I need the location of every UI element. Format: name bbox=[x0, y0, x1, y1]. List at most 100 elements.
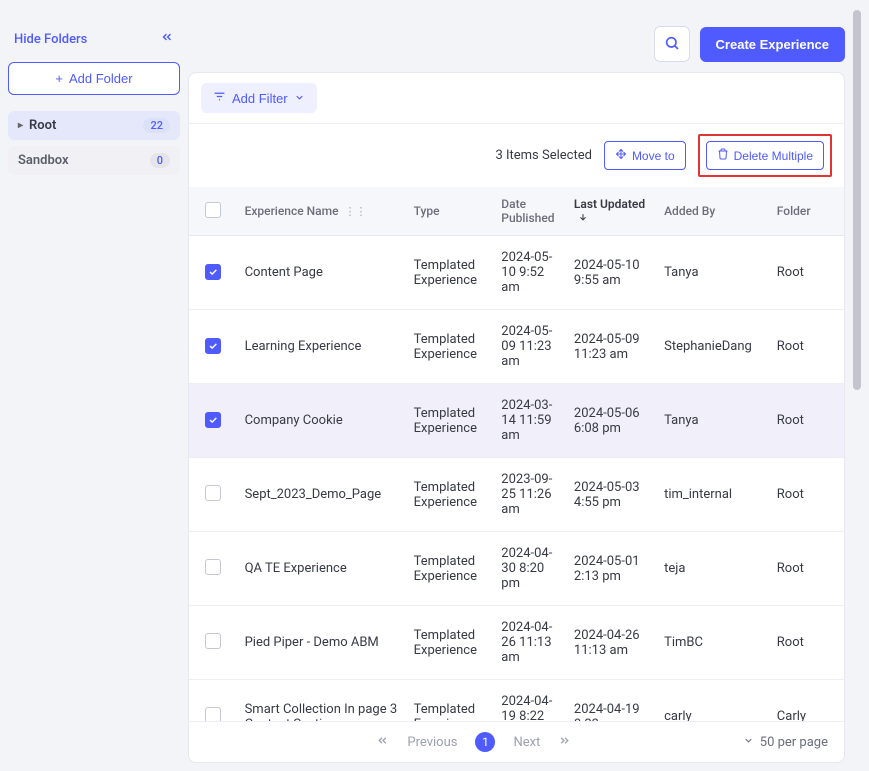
cell-added: Tanya bbox=[656, 384, 769, 458]
cell-name: Smart Collection In page 3 Content Secti… bbox=[237, 680, 406, 722]
folder-item-sandbox[interactable]: Sandbox 0 bbox=[8, 146, 180, 175]
add-filter-label: Add Filter bbox=[232, 91, 288, 106]
header-folder[interactable]: Folder bbox=[769, 187, 844, 236]
cell-updated: 2024-05-10 9:55 am bbox=[566, 236, 656, 310]
cell-name: Content Page bbox=[237, 236, 406, 310]
cell-name: Pied Piper - Demo ABM bbox=[237, 606, 406, 680]
move-to-button[interactable]: Move to bbox=[604, 141, 686, 170]
cell-type: Templated Experience bbox=[406, 532, 494, 606]
add-filter-button[interactable]: Add Filter bbox=[201, 83, 317, 113]
cell-published: 2024-04-19 8:22 am bbox=[493, 680, 566, 722]
search-button[interactable] bbox=[654, 26, 690, 62]
row-checkbox[interactable] bbox=[205, 338, 221, 354]
drag-handle-icon[interactable]: ⋮⋮ bbox=[345, 205, 367, 218]
header-type[interactable]: Type bbox=[406, 187, 494, 236]
delete-multiple-button[interactable]: Delete Multiple bbox=[706, 141, 824, 170]
row-checkbox[interactable] bbox=[205, 264, 221, 280]
page-number-current[interactable]: 1 bbox=[475, 732, 495, 752]
move-to-label: Move to bbox=[632, 149, 675, 163]
selection-bar: 3 Items Selected Move to Delete Multiple bbox=[189, 124, 844, 187]
cell-type: Templated Experience bbox=[406, 458, 494, 532]
folder-name: Sandbox bbox=[18, 153, 69, 168]
chevron-down-icon bbox=[294, 91, 305, 106]
previous-page-link[interactable]: Previous bbox=[407, 735, 457, 750]
cell-updated: 2024-04-26 11:13 am bbox=[566, 606, 656, 680]
table-row[interactable]: Learning Experience Templated Experience… bbox=[189, 310, 844, 384]
cell-published: 2024-03-14 11:59 am bbox=[493, 384, 566, 458]
row-checkbox[interactable] bbox=[205, 412, 221, 428]
row-checkbox[interactable] bbox=[205, 633, 221, 649]
header-published[interactable]: Date Published bbox=[493, 187, 566, 236]
cell-updated: 2024-05-09 11:23 am bbox=[566, 310, 656, 384]
row-checkbox[interactable] bbox=[205, 485, 221, 501]
per-page-label: 50 per page bbox=[760, 735, 828, 750]
cell-updated: 2024-04-19 8:23 am bbox=[566, 680, 656, 722]
cell-type: Templated Experience bbox=[406, 680, 494, 722]
scrollbar-thumb[interactable] bbox=[853, 10, 861, 390]
cell-folder: Root bbox=[769, 458, 844, 532]
cell-added: carly bbox=[656, 680, 769, 722]
cell-published: 2024-04-26 11:13 am bbox=[493, 606, 566, 680]
cell-published: 2024-05-09 11:23 am bbox=[493, 310, 566, 384]
topbar: Create Experience bbox=[188, 8, 845, 62]
cell-folder: Root bbox=[769, 384, 844, 458]
experiences-table: Experience Name ⋮⋮ Type Date Published L… bbox=[189, 187, 844, 721]
table-container: Experience Name ⋮⋮ Type Date Published L… bbox=[189, 187, 844, 721]
row-checkbox[interactable] bbox=[205, 559, 221, 575]
cell-name: Learning Experience bbox=[237, 310, 406, 384]
table-row[interactable]: Company Cookie Templated Experience 2024… bbox=[189, 384, 844, 458]
cell-type: Templated Experience bbox=[406, 310, 494, 384]
folder-name: Root bbox=[29, 118, 56, 133]
hide-folders-link[interactable]: Hide Folders bbox=[14, 32, 87, 47]
per-page-selector[interactable]: 50 per page bbox=[743, 735, 828, 750]
selection-count-text: 3 Items Selected bbox=[495, 148, 592, 163]
cell-type: Templated Experience bbox=[406, 606, 494, 680]
cell-type: Templated Experience bbox=[406, 384, 494, 458]
delete-multiple-highlight: Delete Multiple bbox=[698, 134, 832, 177]
pagination: Previous 1 Next 50 per page bbox=[189, 721, 844, 762]
last-page-icon[interactable] bbox=[558, 734, 571, 751]
table-row[interactable]: Sept_2023_Demo_Page Templated Experience… bbox=[189, 458, 844, 532]
next-page-link[interactable]: Next bbox=[513, 735, 540, 750]
cell-published: 2023-09-25 11:26 am bbox=[493, 458, 566, 532]
cell-published: 2024-04-30 8:20 pm bbox=[493, 532, 566, 606]
cell-folder: Root bbox=[769, 532, 844, 606]
cell-folder: Root bbox=[769, 606, 844, 680]
select-all-checkbox[interactable] bbox=[205, 202, 221, 218]
table-row[interactable]: Smart Collection In page 3 Content Secti… bbox=[189, 680, 844, 722]
cell-published: 2024-05-10 9:52 am bbox=[493, 236, 566, 310]
create-experience-button[interactable]: Create Experience bbox=[700, 27, 845, 62]
cell-folder: Root bbox=[769, 310, 844, 384]
folder-count-badge: 0 bbox=[150, 153, 170, 168]
cell-folder: Root bbox=[769, 236, 844, 310]
folder-item-root[interactable]: ▸ Root 22 bbox=[8, 111, 180, 140]
add-folder-button[interactable]: + Add Folder bbox=[8, 62, 180, 95]
scrollbar[interactable] bbox=[853, 8, 861, 763]
cell-type: Templated Experience bbox=[406, 236, 494, 310]
search-icon bbox=[664, 35, 680, 54]
cell-name: QA TE Experience bbox=[237, 532, 406, 606]
filter-bar: Add Filter bbox=[189, 73, 844, 124]
row-checkbox[interactable] bbox=[205, 707, 221, 722]
header-updated[interactable]: Last Updated bbox=[566, 187, 656, 236]
cell-updated: 2024-05-01 2:13 pm bbox=[566, 532, 656, 606]
sidebar: Hide Folders + Add Folder ▸ Root 22 Sand… bbox=[8, 8, 180, 763]
add-folder-label: Add Folder bbox=[69, 71, 133, 86]
cell-added: teja bbox=[656, 532, 769, 606]
first-page-icon[interactable] bbox=[376, 734, 389, 751]
trash-icon bbox=[717, 148, 729, 163]
folder-list: ▸ Root 22 Sandbox 0 bbox=[8, 111, 180, 175]
header-added[interactable]: Added By bbox=[656, 187, 769, 236]
cell-updated: 2024-05-06 6:08 pm bbox=[566, 384, 656, 458]
table-row[interactable]: Pied Piper - Demo ABM Templated Experien… bbox=[189, 606, 844, 680]
cell-added: Tanya bbox=[656, 236, 769, 310]
table-row[interactable]: QA TE Experience Templated Experience 20… bbox=[189, 532, 844, 606]
cell-name: Sept_2023_Demo_Page bbox=[237, 458, 406, 532]
header-name[interactable]: Experience Name bbox=[245, 204, 339, 218]
cell-added: TimBC bbox=[656, 606, 769, 680]
cell-added: StephanieDang bbox=[656, 310, 769, 384]
cell-folder: Carly bbox=[769, 680, 844, 722]
table-row[interactable]: Content Page Templated Experience 2024-0… bbox=[189, 236, 844, 310]
collapse-sidebar-icon[interactable] bbox=[160, 30, 174, 48]
cell-updated: 2024-05-03 4:55 pm bbox=[566, 458, 656, 532]
